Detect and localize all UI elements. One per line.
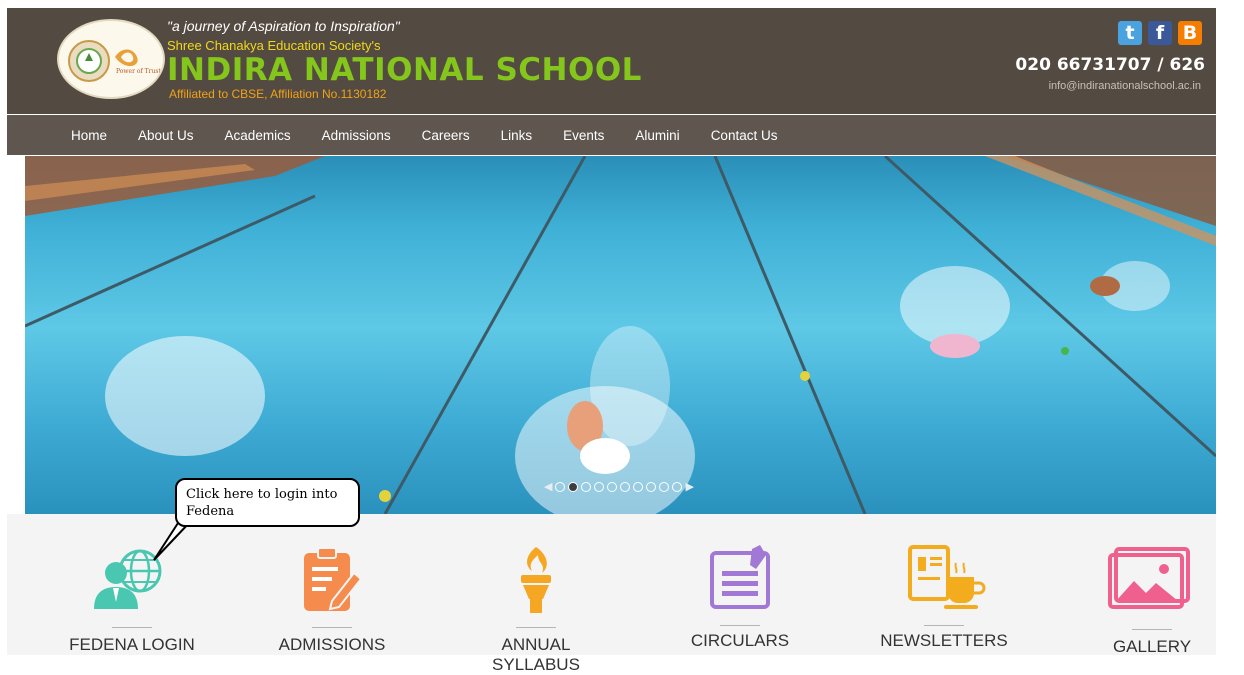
slider-pagination: ◀ ▶ [544,480,694,493]
tile-admissions[interactable]: ADMISSIONS [252,545,412,655]
site-header: Power of Trust "a journey of Aspiration … [7,8,1216,114]
main-nav: Home About Us Academics Admissions Caree… [7,115,1216,155]
tile-annual-syllabus[interactable]: ANNUAL SYLLABUS [456,545,616,674]
nav-careers[interactable]: Careers [422,128,470,143]
nav-admissions[interactable]: Admissions [322,128,391,143]
school-name[interactable]: INDIRA NATIONAL SCHOOL [167,52,642,88]
social-links: t f B [1118,21,1202,45]
nav-contact-us[interactable]: Contact Us [711,128,778,143]
tile-label: FEDENA LOGIN [69,635,195,654]
svg-text:Power of Trust: Power of Trust [116,68,161,75]
nav-about-us[interactable]: About Us [138,128,194,143]
slider-next-arrow-icon[interactable]: ▶ [685,480,693,493]
swimming-pool-photo [25,156,1216,514]
tile-newsletters[interactable]: NEWSLETTERS [864,545,1024,655]
nav-links[interactable]: Links [501,128,533,143]
email-address[interactable]: info@indiranationalschool.ac.in [1049,80,1201,92]
slider-dot[interactable] [581,481,592,492]
slider-dot[interactable] [659,481,670,492]
gallery-icon [1108,547,1190,609]
slider-dot[interactable] [594,481,605,492]
affiliation-text: Affiliated to CBSE, Affiliation No.11301… [169,87,387,101]
hero-slider-image [25,156,1216,514]
twitter-icon[interactable]: t [1118,21,1142,45]
admissions-icon [304,547,363,611]
torch-icon [521,547,551,613]
slider-dot[interactable] [633,481,644,492]
society-name: Shree Chanakya Education Society's [167,38,381,53]
nav-events[interactable]: Events [563,128,604,143]
school-tagline: "a journey of Aspiration to Inspiration" [167,18,400,34]
slider-dot[interactable] [607,481,618,492]
newsletter-icon [908,545,986,609]
nav-academics[interactable]: Academics [225,128,291,143]
slider-dot[interactable] [620,481,631,492]
tile-label: ANNUAL SYLLABUS [492,635,580,674]
blogger-icon[interactable]: B [1178,21,1202,45]
slider-dot[interactable] [555,481,566,492]
nav-home[interactable]: Home [71,128,107,143]
slider-dot[interactable] [646,481,657,492]
tile-circulars[interactable]: CIRCULARS [660,545,820,655]
tile-label: GALLERY [1112,637,1192,656]
slider-dot[interactable] [672,481,683,492]
tile-gallery[interactable]: GALLERY [1072,545,1232,656]
circular-icon [710,545,770,609]
slider-prev-arrow-icon[interactable]: ◀ [544,480,552,493]
fedena-login-callout: Click here to login into Fedena [175,478,360,527]
tile-label: NEWSLETTERS [880,631,1008,650]
school-logo[interactable]: Power of Trust [57,19,165,99]
tile-label: CIRCULARS [690,631,790,650]
facebook-icon[interactable]: f [1148,21,1172,45]
nav-alumini[interactable]: Alumini [635,128,679,143]
tile-label: ADMISSIONS [278,635,386,654]
phone-number: 020 66731707 / 626 [1015,55,1205,75]
slider-dot-active[interactable] [568,481,579,492]
